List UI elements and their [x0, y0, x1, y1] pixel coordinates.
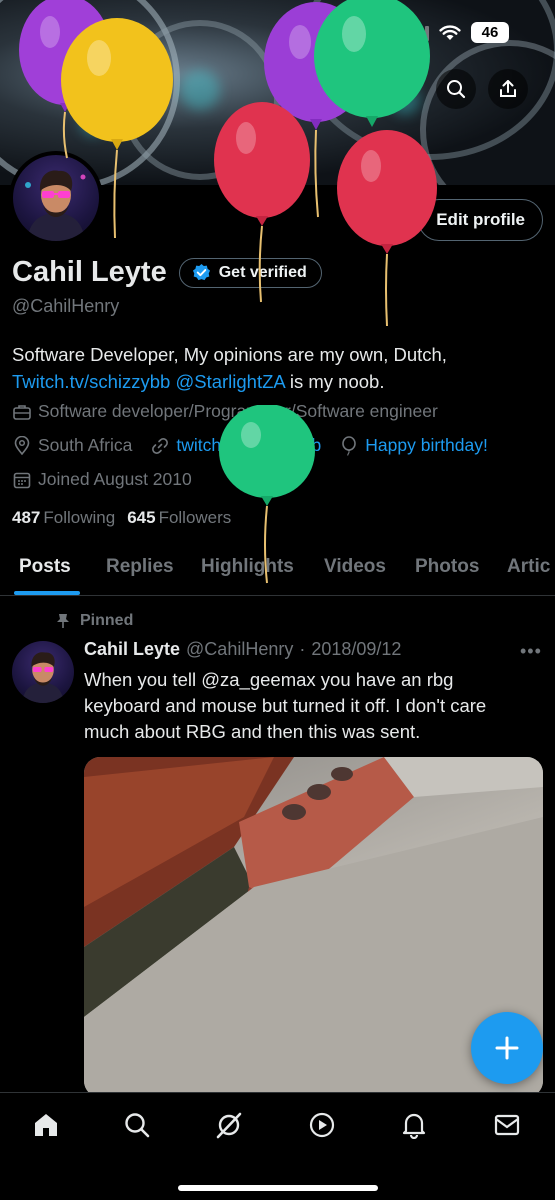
profile-info-row: South Africa twitch.tv/schizzybb Happy b… [12, 435, 488, 456]
bio-mention[interactable]: @StarlightZA [175, 371, 284, 392]
balloon-icon [339, 435, 359, 456]
pin-icon [57, 614, 69, 628]
profile-handle: @CahilHenry [12, 296, 120, 316]
avatar-illustration [22, 652, 64, 703]
follow-stats: 487 Following 645 Followers [12, 508, 231, 528]
get-verified-button[interactable]: Get verified [178, 257, 322, 288]
search-button[interactable] [436, 69, 476, 109]
play-icon [309, 1112, 335, 1138]
followers-count: 645 [127, 508, 156, 527]
get-verified-label: Get verified [218, 263, 307, 281]
battery-indicator: 46 [471, 22, 509, 43]
active-tab-indicator [14, 591, 80, 595]
pinned-label: Pinned [80, 612, 134, 629]
nav-grok[interactable] [214, 1110, 244, 1140]
share-icon [500, 80, 516, 97]
profile-joined: Joined August 2010 [38, 469, 192, 489]
search-icon [447, 80, 466, 99]
mail-icon [494, 1114, 520, 1136]
bio-tail: is my noob. [284, 371, 385, 392]
pinned-indicator: Pinned [56, 612, 133, 630]
compose-button[interactable] [471, 1012, 543, 1084]
profile-category-row: Software developer/Programmer/Software e… [12, 401, 438, 422]
bottom-navigation [0, 1092, 555, 1200]
name-row: Cahil Leyte Get verified [12, 256, 322, 289]
briefcase-icon [12, 402, 32, 422]
more-icon[interactable]: ••• [520, 641, 542, 662]
bell-icon [402, 1113, 426, 1139]
link-icon [150, 436, 170, 456]
profile-website-link[interactable]: twitch.tv/schizzybb [176, 435, 321, 456]
grok-icon [216, 1112, 242, 1139]
following-link[interactable]: 487 Following [12, 508, 115, 528]
post-author-name[interactable]: Cahil Leyte [84, 639, 180, 660]
cellular-signal-icon [404, 25, 429, 41]
status-time: 22:49 [64, 20, 118, 43]
followers-link[interactable]: 645 Followers [127, 508, 231, 528]
tab-replies[interactable]: Replies [106, 556, 174, 578]
profile-joined-row: Joined August 2010 [12, 469, 192, 490]
search-icon [125, 1113, 150, 1138]
birthday-link[interactable]: Happy birthday! [365, 435, 488, 456]
tab-highlights[interactable]: Highlights [201, 556, 294, 578]
calendar-icon [12, 470, 32, 490]
post-header: Cahil Leyte @CahilHenry · 2018/09/12 [84, 639, 401, 660]
tab-posts[interactable]: Posts [19, 556, 71, 578]
share-button[interactable] [488, 69, 528, 109]
profile-display-name: Cahil Leyte [12, 256, 167, 288]
nav-messages[interactable] [492, 1110, 522, 1140]
following-count: 487 [12, 508, 41, 527]
profile-category: Software developer/Programmer/Software e… [38, 401, 438, 421]
avatar-illustration [25, 170, 86, 241]
profile-avatar[interactable] [9, 151, 103, 245]
verified-badge-icon [192, 263, 210, 281]
nav-video[interactable] [307, 1110, 337, 1140]
following-label: Following [43, 508, 116, 527]
home-indicator [178, 1185, 378, 1191]
status-bar: 22:49 46 [0, 18, 555, 48]
location-pin-icon [12, 436, 32, 456]
bio-link[interactable]: Twitch.tv/schizzybb [12, 371, 170, 392]
wifi-icon [439, 24, 461, 40]
nav-search[interactable] [122, 1110, 152, 1140]
profile-location: South Africa [38, 435, 133, 455]
nav-home[interactable] [31, 1110, 61, 1140]
post-separator: · [299, 639, 306, 659]
followers-label: Followers [158, 508, 232, 527]
post-text: When you tell @za_geemax you have an rbg… [84, 669, 487, 742]
tab-photos[interactable]: Photos [415, 556, 479, 578]
post-date[interactable]: 2018/09/12 [311, 639, 401, 660]
plus-icon [495, 1036, 519, 1060]
nav-notifications[interactable] [399, 1110, 429, 1140]
post-author-handle[interactable]: @CahilHenry [186, 639, 293, 660]
edit-profile-button[interactable]: Edit profile [418, 199, 543, 241]
status-indicators: 46 [404, 22, 509, 43]
profile-tabs: Posts Replies Highlights Videos Photos A… [0, 540, 555, 596]
bio-text: Software Developer, My opinions are my o… [12, 344, 447, 365]
home-icon [35, 1114, 57, 1136]
tab-articles[interactable]: Artic [507, 556, 550, 578]
profile-bio: Software Developer, My opinions are my o… [12, 341, 542, 395]
post-author-avatar[interactable] [12, 641, 74, 703]
tab-videos[interactable]: Videos [324, 556, 386, 578]
